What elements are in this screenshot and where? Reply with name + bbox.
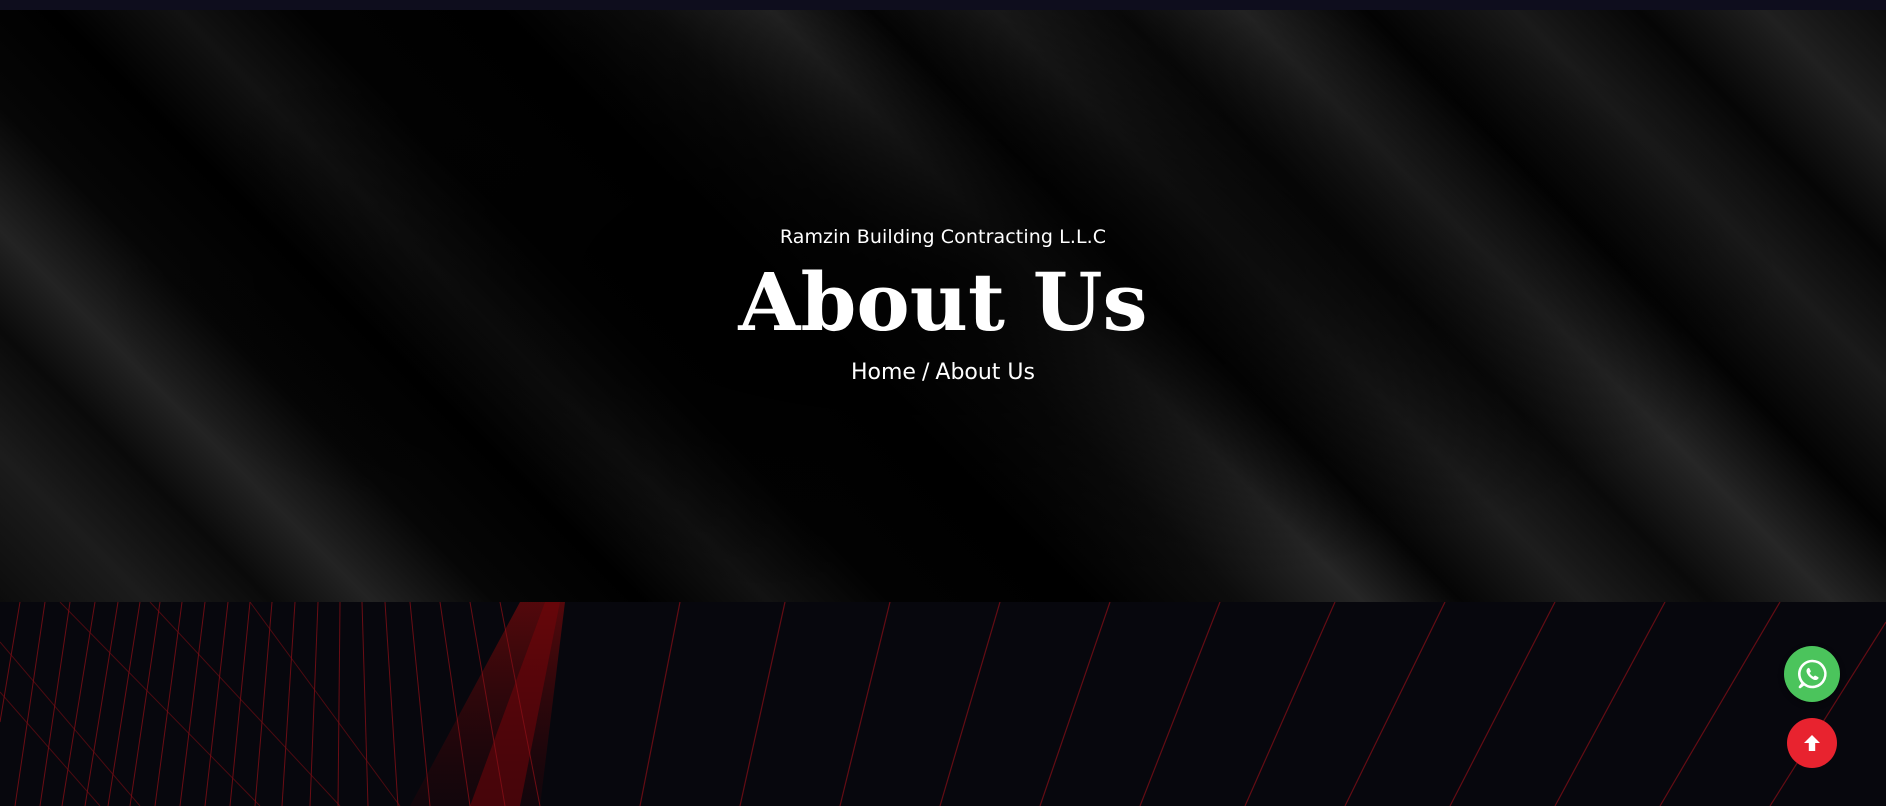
hero-subtitle: Ramzin Building Contracting L.L.C [779, 226, 1107, 248]
breadcrumb-current: About Us [935, 360, 1035, 385]
whatsapp-button[interactable] [1784, 646, 1840, 702]
red-lines-background [0, 602, 1886, 806]
page-hero-banner: Ramzin Building Contracting L.L.C About … [0, 10, 1886, 602]
page-title: About Us [738, 255, 1148, 349]
whatsapp-icon [1795, 657, 1829, 691]
decorative-lines-section [0, 602, 1886, 806]
scroll-to-top-button[interactable] [1787, 718, 1837, 768]
breadcrumb: Home / About Us [0, 360, 1886, 385]
arrow-up-icon [1801, 732, 1823, 754]
breadcrumb-separator: / [921, 360, 930, 385]
breadcrumb-home-link[interactable]: Home [851, 360, 916, 385]
